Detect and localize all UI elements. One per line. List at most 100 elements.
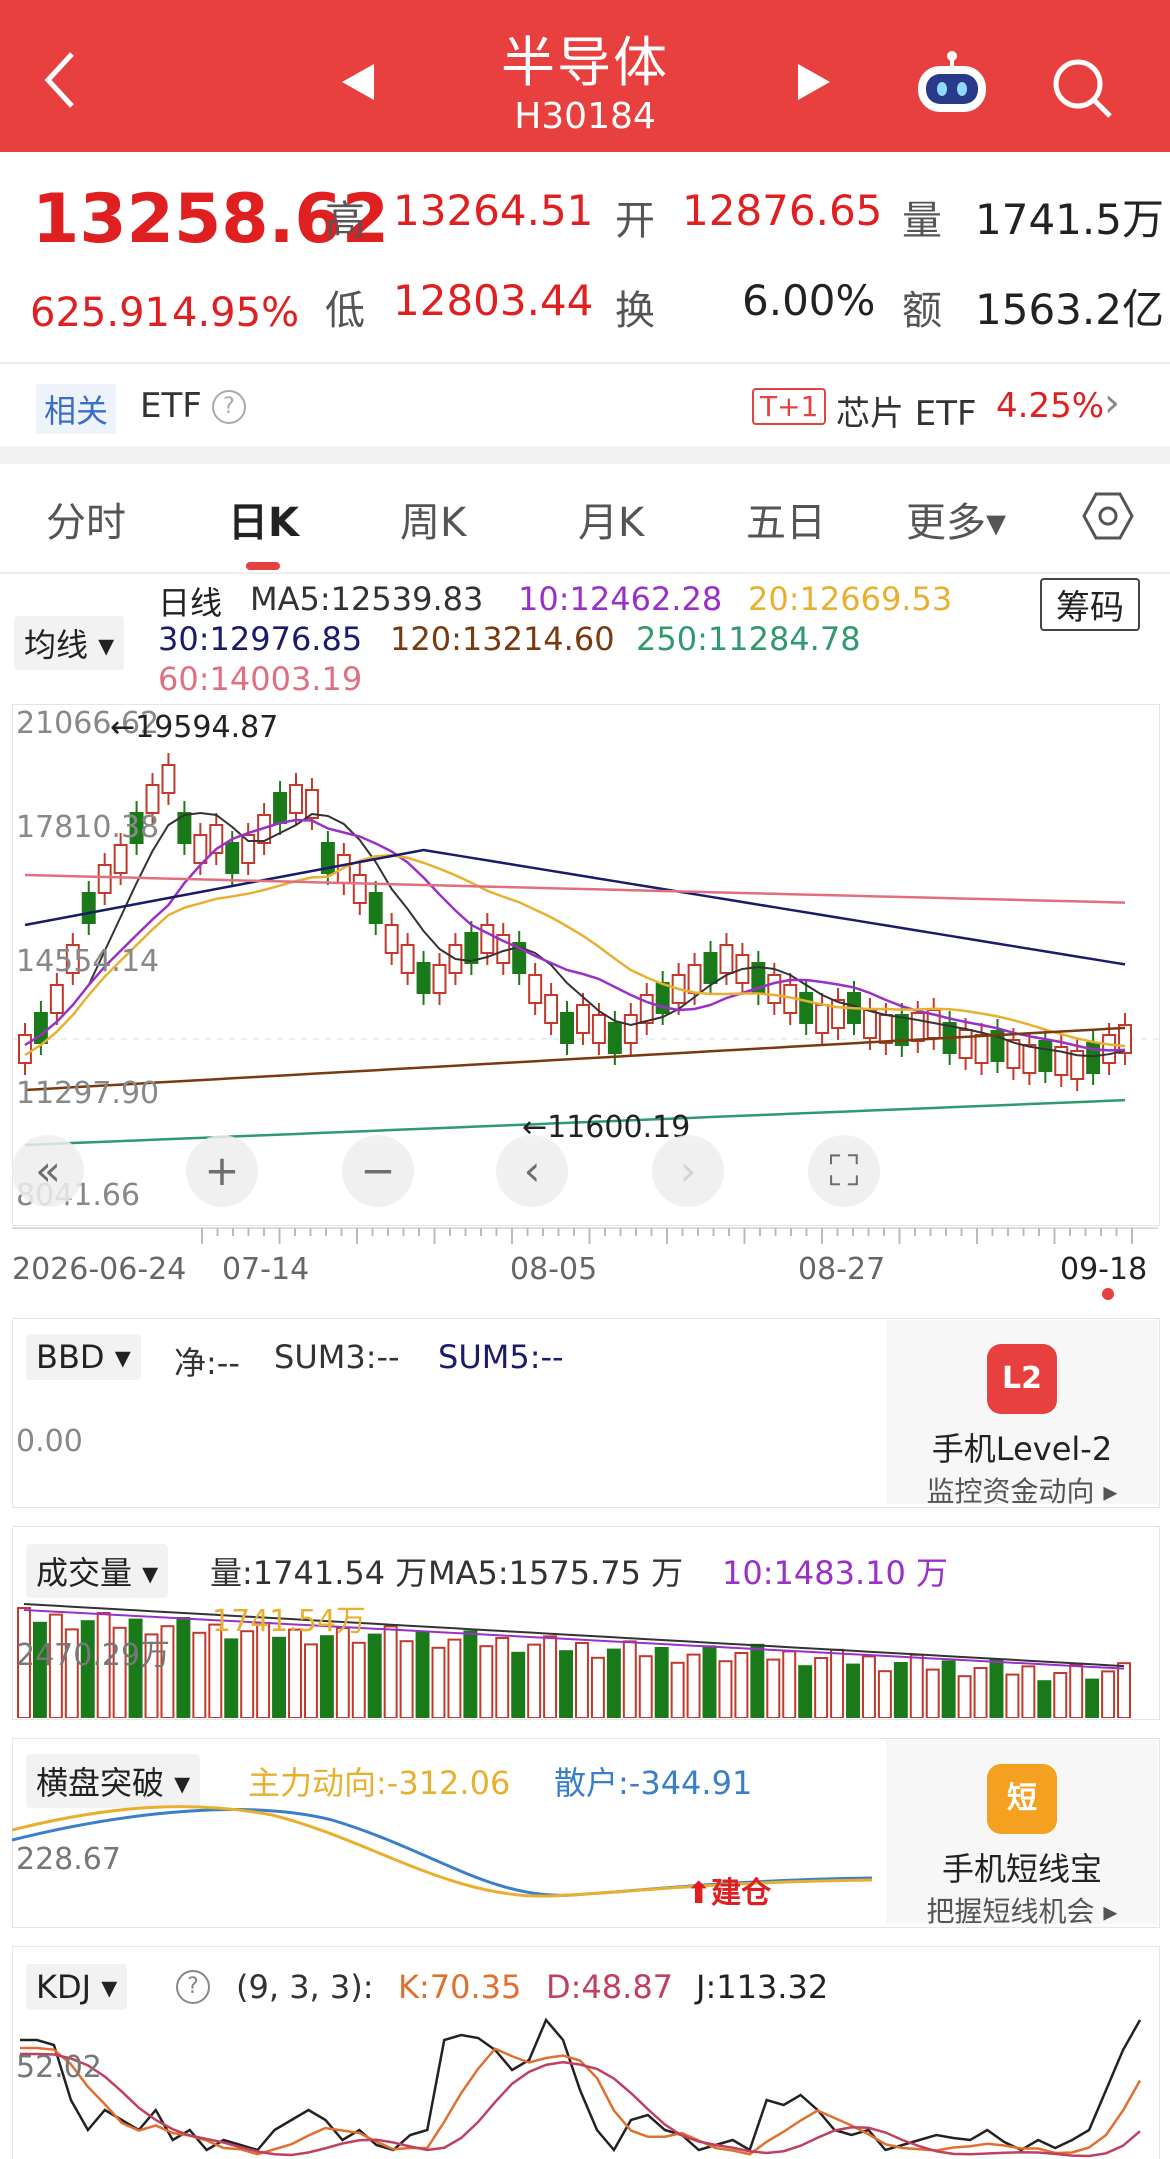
candle [958,1018,973,1070]
chip-distribution-button[interactable]: 筹码 [1040,578,1140,631]
volume-bar [1069,1663,1084,1718]
volume-bar [351,1641,366,1718]
tab-daily-k[interactable]: 日K [228,490,299,548]
fullscreen-button[interactable]: ⛶ [808,1135,880,1207]
level2-ad[interactable]: L2 手机Level-2 监控资金动向 ▸ [886,1320,1158,1508]
active-tab-indicator [246,562,280,570]
scroll-left-button[interactable]: ‹ [496,1135,568,1207]
bbd-dropdown[interactable]: BBD ▾ [26,1334,141,1380]
candle [1118,1013,1132,1065]
volume-chart[interactable] [12,1590,1158,1718]
high-label: 高 [325,198,365,244]
ma20-value: 20:12669.53 [748,580,953,618]
kdj-chart[interactable] [12,2010,1158,2159]
tab-intraday[interactable]: 分时 [46,490,126,548]
kdj-params: (9, 3, 3): [236,1968,374,2006]
amount-value: 1563.2亿 [975,285,1164,334]
volume-bar [686,1653,701,1718]
kdj-help-icon[interactable]: ? [176,1970,210,2004]
volume-bar [814,1657,829,1718]
volume-bar [973,1667,988,1718]
open-label: 开 [615,198,655,244]
candle [416,951,431,1005]
volume-current: 量:1741.54 万 [210,1554,428,1592]
volume-bar [415,1632,430,1718]
volume-bar [1037,1680,1052,1718]
ma5-value: MA5:12539.83 [250,580,484,618]
triangle-right-icon[interactable] [796,62,832,102]
volume-bar [224,1638,239,1718]
candle [464,921,479,975]
change-percent: 4.95% [172,290,300,336]
volume-bar [543,1635,558,1718]
bbd-ylabel: 0.00 [16,1424,83,1459]
turnover-value: 6.00% [742,276,876,325]
bbd-sum3: SUM3:-- [274,1338,400,1376]
volume-bar [559,1650,573,1718]
bbd-net: 净:-- [174,1344,240,1382]
volume-bar [192,1631,207,1718]
etf-label: ETF [140,386,202,426]
tab-weekly-k[interactable]: 周K [400,490,466,548]
page-title: 半导体 [501,31,669,94]
robot-icon[interactable] [912,48,992,118]
volume-bar [575,1642,589,1718]
volume-bar [431,1646,446,1718]
candle [894,1003,909,1057]
ma60-value: 60:14003.19 [158,660,363,698]
volume-bar [1101,1670,1116,1718]
volume-bar [511,1651,526,1718]
level2-subtitle: 监控资金动向 ▸ [926,1475,1118,1508]
kdj-d: D:48.87 [546,1968,674,2006]
volume-bar [367,1633,382,1718]
etf-name[interactable]: 芯片 ETF [836,386,977,435]
scroll-right-button[interactable]: › [652,1135,724,1207]
candle [831,988,846,1040]
low-value: 12803.44 [393,276,594,325]
y-label-2: 17810.38 [16,810,160,845]
help-icon[interactable]: ? [212,390,246,424]
hexagon-settings-icon[interactable] [1082,490,1134,542]
kline-chart-frame[interactable] [12,704,1160,1226]
kdj-j-line [20,2017,1142,2153]
retail-value: 散户:-344.91 [554,1764,753,1802]
turnover-label: 换 [615,288,655,334]
volume-bar [319,1635,334,1718]
volume-bar [654,1647,669,1718]
scroll-left-fast-button[interactable]: « [12,1135,84,1207]
y-label-3: 14554.14 [16,944,160,979]
kdj-k: K:70.35 [398,1968,522,2006]
volume-label: 量 [902,198,942,244]
amount-label: 额 [902,288,942,334]
volume-bar [1021,1665,1036,1718]
candle [1022,1033,1037,1085]
tab-more[interactable]: 更多▾ [906,490,1006,548]
kdj-dropdown[interactable]: KDJ ▾ [26,1964,128,2010]
chevron-right-icon[interactable]: › [1104,380,1120,426]
index-code: H30184 [514,96,656,137]
volume-bar [957,1675,972,1718]
latest-dot [1102,1288,1114,1300]
kdj-j: J:113.32 [696,1968,829,2006]
candle [623,1003,638,1055]
candle [512,931,527,985]
volume-bar [989,1658,1004,1718]
kline-chart[interactable] [13,705,1159,1225]
volume-bar [877,1670,892,1718]
search-icon[interactable] [1050,56,1114,120]
volume-bar [798,1665,813,1718]
volume-bar [288,1628,302,1718]
ma-dropdown[interactable]: 均线 ▾ [14,616,125,670]
date-label-end: 09-18 [1060,1252,1148,1287]
shortline-ad[interactable]: 短 手机短线宝 把握短线机会 ▸ [886,1740,1158,1928]
candle [368,881,383,935]
candle [1006,1028,1021,1080]
tab-monthly-k[interactable]: 月K [578,490,644,548]
volume-bar [638,1655,653,1718]
volume-bar [463,1630,478,1718]
tab-five-day[interactable]: 五日 [746,490,826,548]
level2-title: 手机Level-2 [931,1430,1113,1468]
volume-bar [479,1645,494,1718]
zoom-in-button[interactable]: + [186,1135,258,1207]
zoom-out-button[interactable]: − [342,1135,414,1207]
